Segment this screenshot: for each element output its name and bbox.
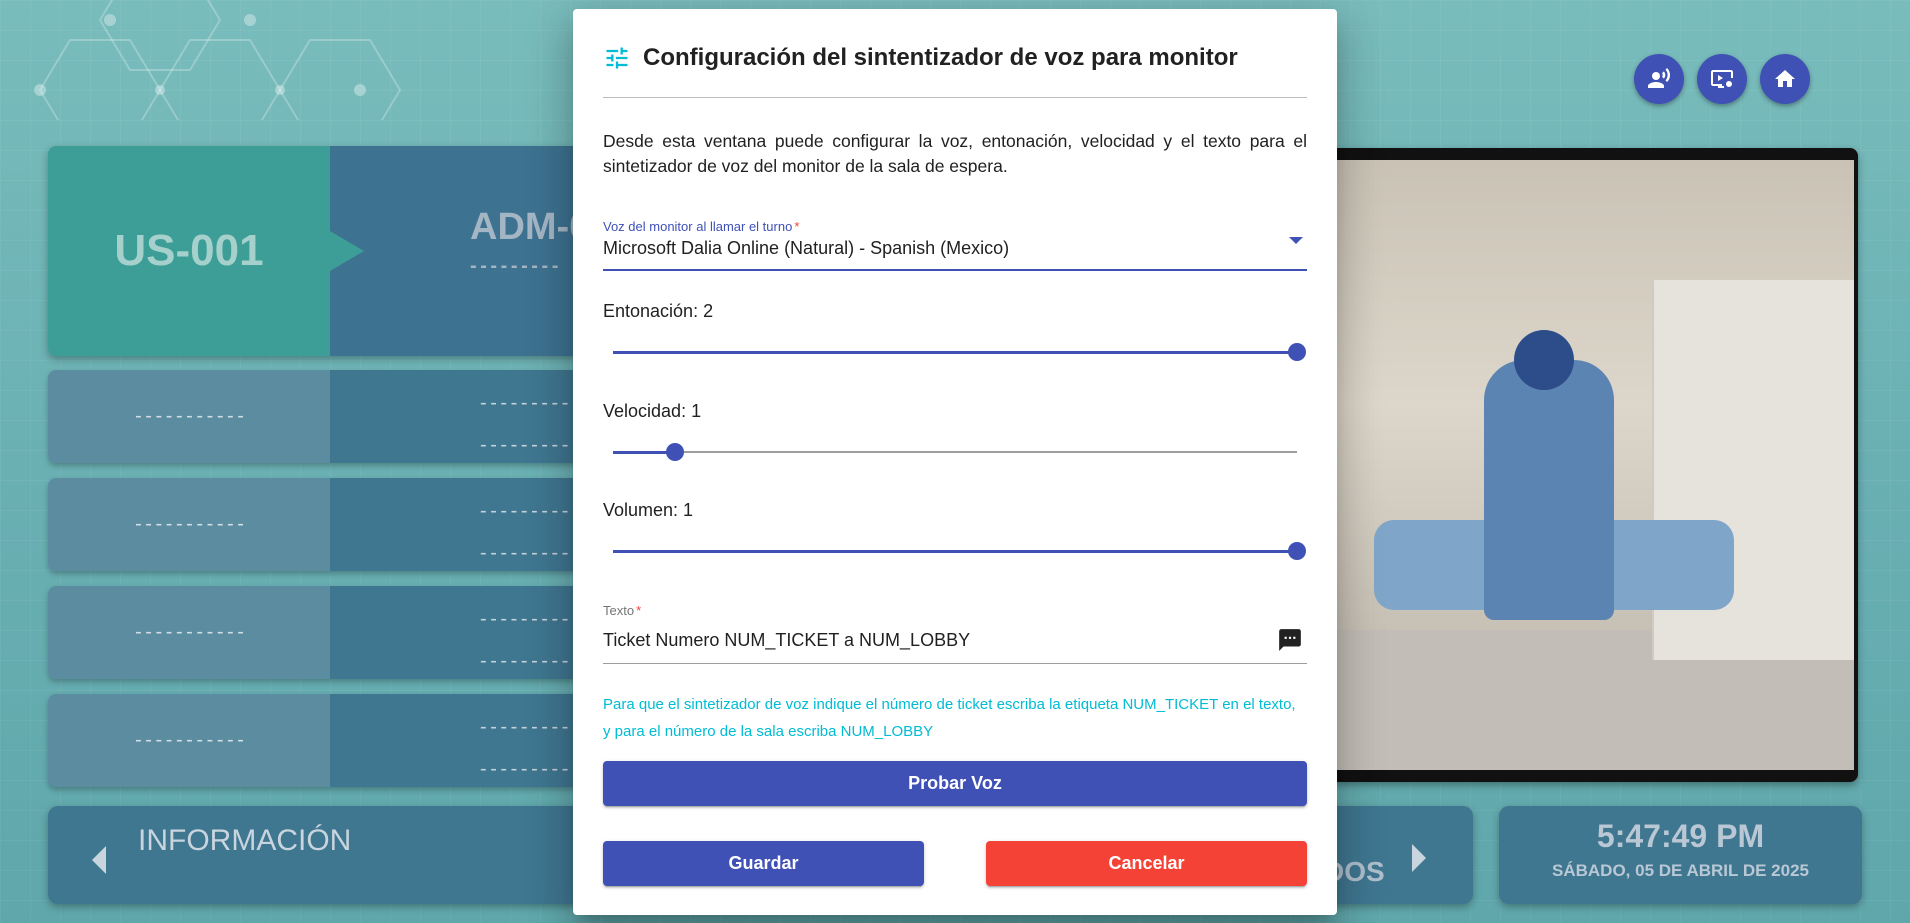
- video-player[interactable]: [1330, 148, 1858, 782]
- ticket-row-left: - - - - - - - - - - -: [48, 478, 330, 571]
- volume-slider: Volumen: 1: [603, 500, 1307, 560]
- ticket-row-left: - - - - - - - - - - -: [48, 370, 330, 463]
- current-ticket-row: US-001 ADM-0 - - - - - - - - -: [48, 146, 608, 356]
- pitch-slider-label: Entonación: 2: [603, 301, 714, 321]
- ticket-row: - - - - - - - - - - - - - - - - - - - - …: [48, 370, 608, 463]
- info-label: INFORMACIÓN: [138, 824, 352, 857]
- ticket-row-left: - - - - - - - - - - -: [48, 586, 330, 679]
- ticket-row-right: - - - - - - - - - - -- - - - - - - - -: [330, 586, 608, 679]
- ticket-row-right: - - - - - - - - - - -- - - - - - - - -: [330, 478, 608, 571]
- video-person: [1484, 360, 1614, 620]
- chat-message-svg: [1279, 629, 1301, 651]
- clock-date: SÁBADO, 05 DE ABRIL DE 2025: [1552, 861, 1809, 880]
- current-ticket-code: US-001: [48, 146, 364, 356]
- ticket-row: - - - - - - - - - - - - - - - - - - - - …: [48, 586, 608, 679]
- video-frame: [1334, 160, 1854, 770]
- voice-select-label-text: Voz del monitor al llamar el turno: [603, 219, 793, 234]
- tune-icon: [606, 47, 628, 69]
- ticket-row-left: - - - - - - - - - - -: [48, 694, 330, 787]
- speed-slider-label: Velocidad: 1: [603, 401, 702, 421]
- pitch-slider-thumb[interactable]: [1288, 343, 1306, 361]
- monitor-settings-button[interactable]: [1697, 54, 1747, 104]
- voice-settings-button[interactable]: [1634, 54, 1684, 104]
- home-icon: [1775, 70, 1795, 87]
- speed-slider: Velocidad: 1: [603, 401, 1307, 461]
- speech-text-label-text: Texto: [603, 603, 635, 618]
- voice-settings-dialog: Configuración del sintentizador de voz p…: [573, 9, 1337, 915]
- voice-select-label: Voz del monitor al llamar el turno *: [603, 219, 1307, 234]
- voice-select[interactable]: Voz del monitor al llamar el turno * Micr…: [603, 219, 1307, 271]
- current-ticket-lobby: ADM-0 - - - - - - - - -: [330, 146, 608, 356]
- dialog-header: Configuración del sintentizador de voz p…: [603, 43, 1307, 98]
- home-button[interactable]: [1760, 54, 1810, 104]
- speech-text-value[interactable]: Ticket Numero NUM_TICKET a NUM_LOBBY: [603, 630, 1307, 651]
- clock-panel: 5:47:49 PM SÁBADO, 05 DE ABRIL DE 2025: [1499, 806, 1862, 904]
- dialog-title: Configuración del sintentizador de voz p…: [643, 44, 1238, 71]
- hint-line-2: y para el número de la sala escriba NUM_…: [603, 723, 934, 740]
- speed-slider-thumb[interactable]: [666, 443, 685, 461]
- speed-slider-track[interactable]: [613, 443, 1297, 461]
- ticket-row: - - - - - - - - - - - - - - - - - - - - …: [48, 478, 608, 571]
- volume-slider-track[interactable]: [613, 542, 1306, 560]
- chat-message-icon[interactable]: [1277, 627, 1303, 653]
- volume-slider-thumb[interactable]: [1288, 542, 1306, 560]
- speech-text-field[interactable]: Texto * Ticket Numero NUM_TICKET a NUM_LO…: [603, 603, 1307, 664]
- volume-slider-fill: [613, 549, 1297, 553]
- placeholder-hint: Para que el sintetizador de voz indique …: [603, 691, 1307, 745]
- video-person-head: [1514, 330, 1574, 390]
- dialog-description: Desde esta ventana puede configurar la v…: [603, 131, 1307, 176]
- dropdown-arrow-icon[interactable]: [1289, 237, 1303, 244]
- ticket-row-right: - - - - - - - - - - -- - - - - - - - -: [330, 694, 608, 787]
- voice-select-value: Microsoft Dalia Online (Natural) - Spani…: [603, 238, 1010, 258]
- speech-text-label: Texto *: [603, 603, 1307, 618]
- pitch-slider: Entonación: 2: [603, 301, 1307, 361]
- save-button[interactable]: Guardar: [603, 841, 924, 886]
- monitor-settings-icon: [1711, 70, 1733, 88]
- pitch-slider-track[interactable]: [613, 343, 1306, 361]
- test-voice-button[interactable]: Probar Voz: [603, 761, 1307, 806]
- top-toolbar: [1634, 54, 1810, 104]
- ticket-panel: US-001 ADM-0 - - - - - - - - - - - - - -…: [48, 146, 608, 787]
- volume-slider-label: Volumen: 1: [603, 500, 694, 520]
- hexagon-decoration: [34, 0, 402, 120]
- hint-line-1: Para que el sintetizador de voz indique …: [603, 696, 1296, 713]
- ticket-row: - - - - - - - - - - - - - - - - - - - - …: [48, 694, 608, 787]
- clock-time: 5:47:49 PM: [1596, 818, 1765, 854]
- required-mark: *: [794, 219, 800, 234]
- voice-settings-icon: [1648, 68, 1671, 88]
- required-mark: *: [636, 603, 642, 618]
- info-next-arrow-icon[interactable]: [1412, 844, 1426, 872]
- cancel-button[interactable]: Cancelar: [986, 841, 1307, 886]
- info-prev-arrow-icon[interactable]: [92, 846, 106, 874]
- ticket-row-right: - - - - - - - - - - -- - - - - - - - -: [330, 370, 608, 463]
- pitch-slider-fill: [613, 350, 1297, 354]
